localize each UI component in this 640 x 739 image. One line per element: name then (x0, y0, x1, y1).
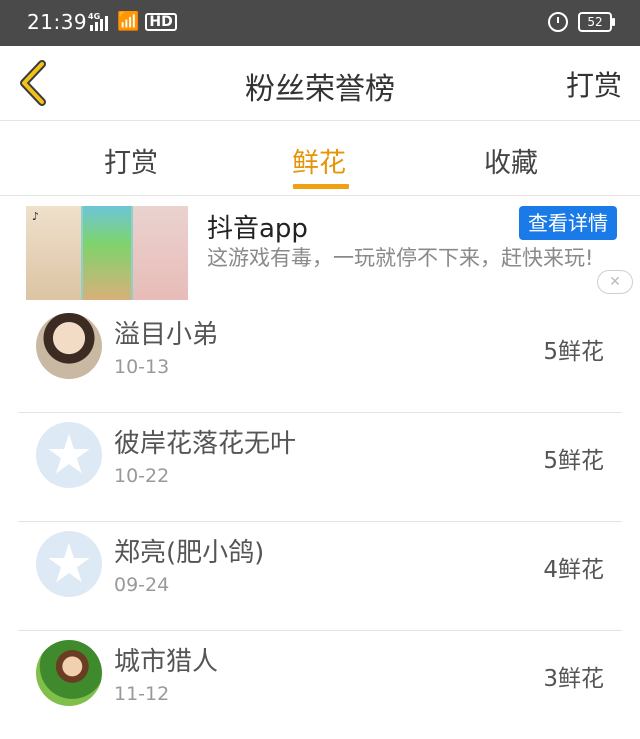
wifi-icon: 📶 (117, 11, 140, 32)
ad-banner[interactable]: ♪ 抖音app 查看详情 这游戏有毒，一玩就停不下来，赶快来玩! ✕ (0, 196, 640, 304)
active-tab-indicator (293, 184, 349, 189)
default-avatar-icon: ★ (44, 532, 94, 595)
ad-image[interactable]: ♪ (26, 206, 188, 300)
flower-count: 5鲜花 (543, 448, 604, 474)
list-item[interactable]: 溢目小弟 10-13 5鲜花 (18, 304, 622, 413)
status-left-icons: 4G 📶 HD (88, 11, 177, 32)
view-details-button[interactable]: 查看详情 (519, 206, 617, 240)
tab-flowers[interactable]: 鲜花 (292, 141, 346, 180)
fan-date: 11-12 (114, 683, 170, 705)
app-header: 粉丝荣誉榜 打赏 (0, 46, 640, 121)
avatar[interactable] (36, 640, 102, 706)
fan-name: 溢目小弟 (114, 320, 219, 350)
fan-date: 09-24 (114, 574, 170, 596)
fan-list: 溢目小弟 10-13 5鲜花 ★ 彼岸花落花无叶 10-22 5鲜花 ★ 郑亮(… (18, 304, 622, 739)
page-title: 粉丝荣誉榜 (245, 72, 395, 107)
status-right-icons: 52 (548, 12, 615, 32)
tab-reward[interactable]: 打赏 (104, 141, 158, 180)
signal-icon: 4G (88, 12, 108, 31)
fan-name: 郑亮(肥小鸽) (114, 538, 265, 568)
list-item[interactable]: ★ 彼岸花落花无叶 10-22 5鲜花 (18, 413, 622, 522)
avatar[interactable] (36, 313, 102, 379)
hd-icon: HD (145, 13, 177, 31)
avatar[interactable]: ★ (36, 422, 102, 488)
tiktok-icon: ♪ (32, 210, 40, 223)
fan-date: 10-22 (114, 465, 170, 487)
ad-description: 这游戏有毒，一玩就停不下来，赶快来玩! (207, 246, 594, 270)
status-time: 21:39 (27, 10, 88, 34)
list-item[interactable]: ★ 郑亮(肥小鸽) 09-24 4鲜花 (18, 522, 622, 631)
tab-favorites[interactable]: 收藏 (484, 141, 538, 180)
flower-count: 3鲜花 (543, 666, 604, 692)
default-avatar-icon: ★ (44, 423, 94, 486)
tab-bar: 打赏 鲜花 收藏 (0, 121, 640, 196)
network-label: 4G (88, 12, 101, 21)
reward-button[interactable]: 打赏 (566, 64, 622, 104)
status-bar: 21:39 4G 📶 HD 52 (0, 0, 640, 46)
battery-icon: 52 (578, 12, 615, 32)
fan-name: 城市猎人 (114, 647, 219, 677)
fan-date: 10-13 (114, 356, 170, 378)
flower-count: 4鲜花 (543, 557, 604, 583)
fan-name: 彼岸花落花无叶 (114, 429, 297, 459)
flower-count: 5鲜花 (543, 339, 604, 365)
alarm-icon (548, 12, 568, 32)
avatar[interactable]: ★ (36, 531, 102, 597)
ad-close-button[interactable]: ✕ (597, 270, 633, 294)
ad-title[interactable]: 抖音app (207, 208, 308, 245)
list-item[interactable]: 城市猎人 11-12 3鲜花 (18, 631, 622, 739)
